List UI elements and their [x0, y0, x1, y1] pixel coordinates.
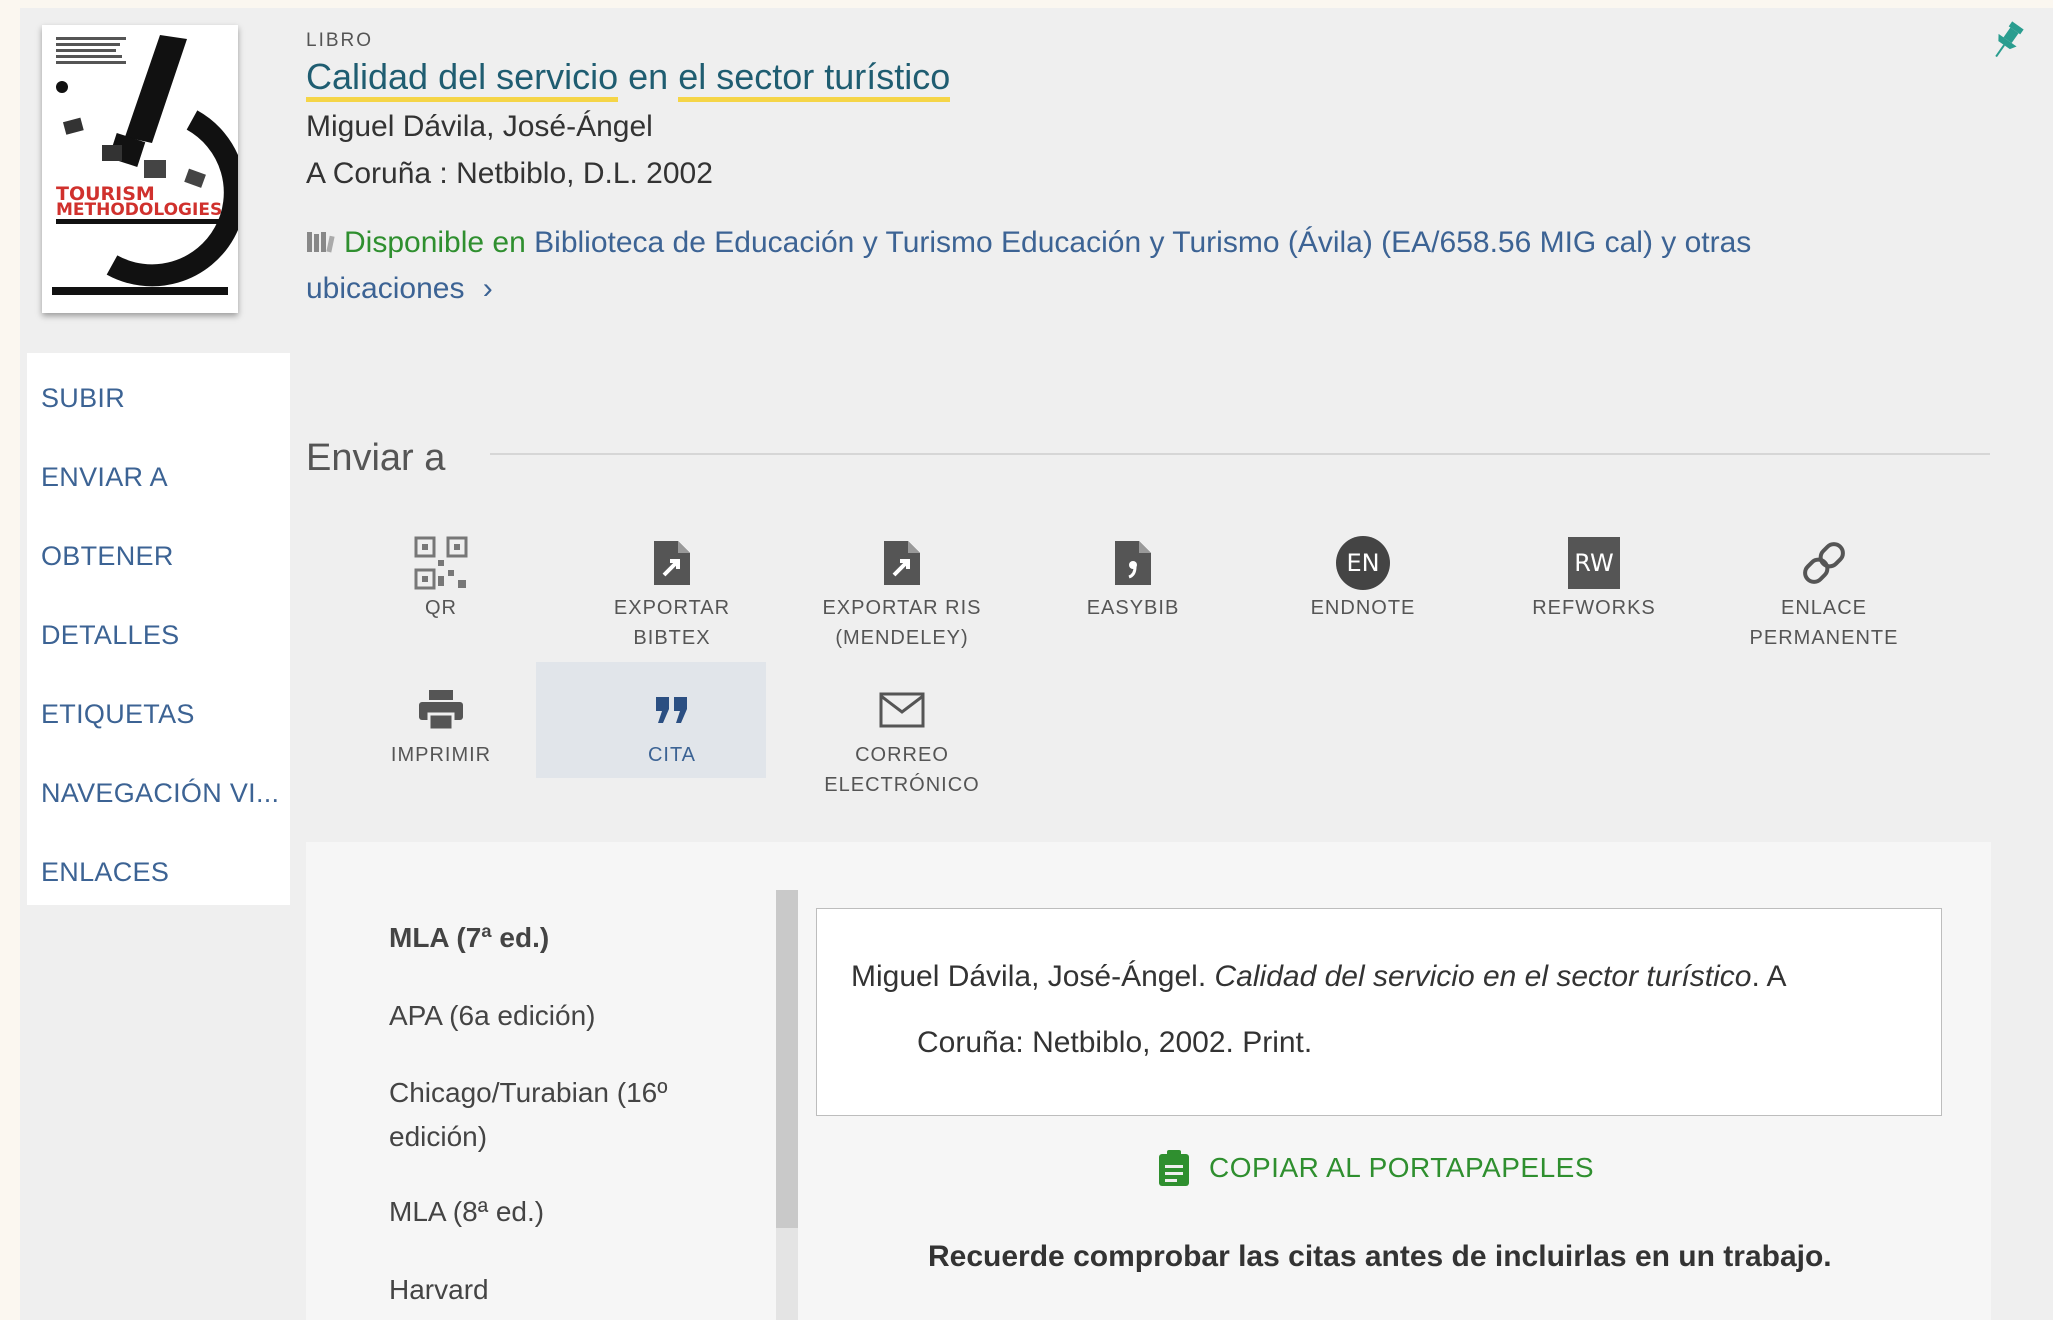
- availability-status: Disponible en: [344, 226, 526, 259]
- export-ris-label-2: (MENDELEY): [835, 627, 969, 649]
- citation-text-box[interactable]: [816, 908, 1942, 1116]
- qr-label: QR: [425, 597, 457, 619]
- print-button[interactable]: IMPRIMIR: [326, 682, 556, 770]
- record-author: Miguel Dávila, José-Ángel: [306, 110, 653, 143]
- clipboard-icon: [1159, 1150, 1189, 1186]
- printer-icon: [419, 690, 463, 732]
- export-bibtex-label-2: BIBTEX: [633, 627, 711, 649]
- title-highlight-2[interactable]: el sector turístico: [678, 56, 951, 102]
- citation-author: Miguel Dávila, José-Ángel.: [851, 960, 1215, 993]
- email-label-2: ELECTRÓNICO: [824, 774, 980, 796]
- record-type: LIBRO: [306, 30, 374, 51]
- title-connector[interactable]: en: [618, 56, 678, 97]
- cover-bar: [56, 219, 222, 224]
- qr-icon: [414, 536, 468, 590]
- pin-icon[interactable]: [1990, 20, 2024, 62]
- book-shelf-icon: [307, 232, 335, 253]
- section-nav: SUBIR ENVIAR A OBTENER DETALLES ETIQUETA…: [27, 353, 290, 905]
- citation-style-chicago[interactable]: Chicago/Turabian (16º edición): [389, 1071, 699, 1159]
- citation-style-mla7[interactable]: MLA (7ª ed.): [389, 916, 549, 960]
- cite-label: CITA: [647, 744, 697, 766]
- citation-style-apa6[interactable]: APA (6a edición): [389, 994, 596, 1038]
- cite-button[interactable]: CITA: [557, 682, 787, 770]
- send-to-heading: Enviar a: [306, 437, 446, 479]
- citation-style-harvard[interactable]: Harvard: [389, 1268, 489, 1312]
- qr-button[interactable]: QR: [326, 535, 556, 623]
- cover-subtitle: METHODOLOGIES: [56, 200, 223, 220]
- copy-to-clipboard-button[interactable]: COPIAR AL PORTAPAPELES: [1157, 1148, 1594, 1188]
- endnote-icon: EN: [1336, 536, 1390, 590]
- nav-item-etiquetas[interactable]: ETIQUETAS: [41, 699, 286, 730]
- nav-item-enviar-a[interactable]: ENVIAR A: [41, 462, 286, 493]
- chevron-right-icon[interactable]: ›: [483, 272, 493, 305]
- link-icon: [1803, 542, 1845, 584]
- copy-label: COPIAR AL PORTAPAPELES: [1209, 1152, 1594, 1183]
- quote-icon: [656, 697, 687, 723]
- easybib-label: EASYBIB: [1086, 597, 1180, 619]
- citation-title: Calidad del servicio en el sector turíst…: [1214, 960, 1752, 993]
- file-easybib-icon: [1115, 541, 1151, 585]
- export-bibtex-label-1: EXPORTAR: [613, 597, 731, 619]
- file-export-icon: [654, 541, 690, 585]
- refworks-icon: RW: [1568, 537, 1620, 589]
- easybib-button[interactable]: EASYBIB: [1018, 535, 1248, 623]
- print-label: IMPRIMIR: [390, 744, 492, 766]
- envelope-icon: [879, 692, 925, 728]
- title-highlight-1[interactable]: Calidad del servicio: [306, 56, 619, 102]
- nav-item-obtener[interactable]: OBTENER: [41, 541, 286, 572]
- send-to-divider: [490, 453, 1990, 455]
- book-cover[interactable]: TOURISM METHODOLOGIES: [42, 25, 238, 313]
- refworks-button[interactable]: RW REFWORKS: [1479, 535, 1709, 623]
- styles-scrollbar-thumb[interactable]: [776, 890, 798, 1228]
- record-publication: A Coruña : Netbiblo, D.L. 2002: [306, 157, 713, 190]
- citation-text-line1: Miguel Dávila, José-Ángel. Calidad del s…: [851, 960, 1786, 994]
- endnote-button[interactable]: EN ENDNOTE: [1248, 535, 1478, 623]
- nav-item-detalles[interactable]: DETALLES: [41, 620, 286, 651]
- nav-item-enlaces[interactable]: ENLACES: [41, 857, 286, 888]
- citation-note: Recuerde comprobar las citas antes de in…: [928, 1240, 1832, 1273]
- file-export-icon: [884, 541, 920, 585]
- email-label-1: CORREO: [855, 744, 949, 766]
- microscope-icon: [52, 35, 238, 295]
- email-button[interactable]: CORREO ELECTRÓNICO: [787, 682, 1017, 800]
- export-ris-label-1: EXPORTAR RIS: [822, 597, 982, 619]
- refworks-label: REFWORKS: [1532, 597, 1656, 619]
- availability-line[interactable]: Disponible en Biblioteca de Educación y …: [306, 220, 1866, 312]
- nav-item-navegacion-virtual[interactable]: NAVEGACIÓN VI...: [41, 778, 286, 809]
- permalink-label-2: PERMANENTE: [1749, 627, 1899, 649]
- nav-item-subir[interactable]: SUBIR: [41, 383, 286, 414]
- record-title-link[interactable]: Calidad del servicio en el sector turíst…: [306, 56, 951, 102]
- export-bibtex-button[interactable]: EXPORTAR BIBTEX: [557, 535, 787, 653]
- permalink-button[interactable]: ENLACE PERMANENTE: [1709, 535, 1939, 653]
- permalink-label-1: ENLACE: [1780, 597, 1868, 619]
- export-ris-button[interactable]: EXPORTAR RIS (MENDELEY): [787, 535, 1017, 653]
- endnote-label: ENDNOTE: [1310, 597, 1416, 619]
- citation-rest: . A: [1751, 960, 1787, 993]
- citation-style-mla8[interactable]: MLA (8ª ed.): [389, 1190, 544, 1234]
- citation-text-line2: Coruña: Netbiblo, 2002. Print.: [917, 1026, 1313, 1059]
